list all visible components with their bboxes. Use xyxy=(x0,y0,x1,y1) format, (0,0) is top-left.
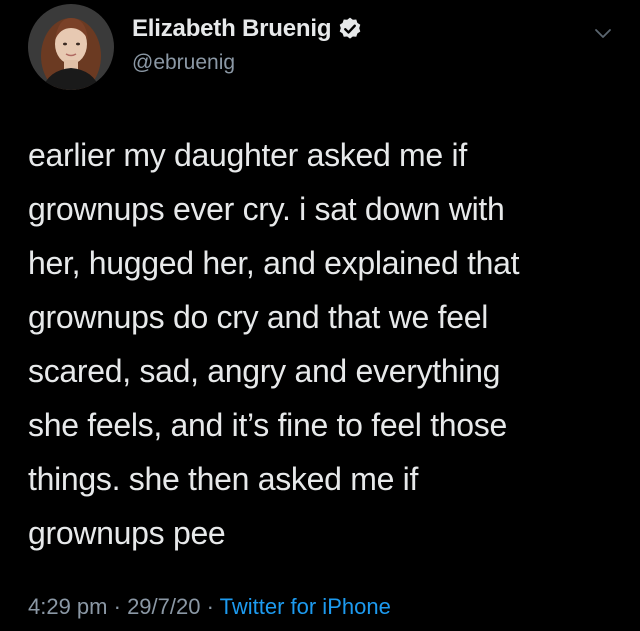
tweet-text-line: grownups do cry and that we feel xyxy=(28,299,489,335)
tweet-date[interactable]: 29/7/20 xyxy=(127,594,200,619)
tweet-text-line: grownups pee xyxy=(28,515,226,551)
chevron-down-icon[interactable] xyxy=(592,22,614,44)
tweet-text-line: her, hugged her, and explained that xyxy=(28,245,520,281)
tweet-text-line: scared, sad, angry and everything xyxy=(28,353,501,389)
tweet-text: earlier my daughter asked me if grownups… xyxy=(28,128,618,560)
tweet-card: Elizabeth Bruenig @ebruenig earlier my d… xyxy=(0,0,640,631)
tweet-text-line: grownups ever cry. i sat down with xyxy=(28,191,505,227)
author-display-name[interactable]: Elizabeth Bruenig xyxy=(132,14,331,44)
avatar[interactable] xyxy=(28,4,114,90)
tweet-text-line: she feels, and it’s fine to feel those xyxy=(28,407,507,443)
author-name-row[interactable]: Elizabeth Bruenig xyxy=(132,14,363,44)
tweet-text-line: earlier my daughter asked me if xyxy=(28,137,467,173)
meta-separator: · xyxy=(200,594,220,619)
verified-badge-icon xyxy=(337,16,363,42)
tweet-time[interactable]: 4:29 pm xyxy=(28,594,108,619)
tweet-source-link[interactable]: Twitter for iPhone xyxy=(220,594,391,619)
avatar-image xyxy=(28,4,114,90)
tweet-text-line: things. she then asked me if xyxy=(28,461,419,497)
meta-separator: · xyxy=(107,594,128,619)
author-handle[interactable]: @ebruenig xyxy=(132,50,235,76)
tweet-meta: 4:29 pm · 29/7/20 · Twitter for iPhone xyxy=(28,592,391,622)
